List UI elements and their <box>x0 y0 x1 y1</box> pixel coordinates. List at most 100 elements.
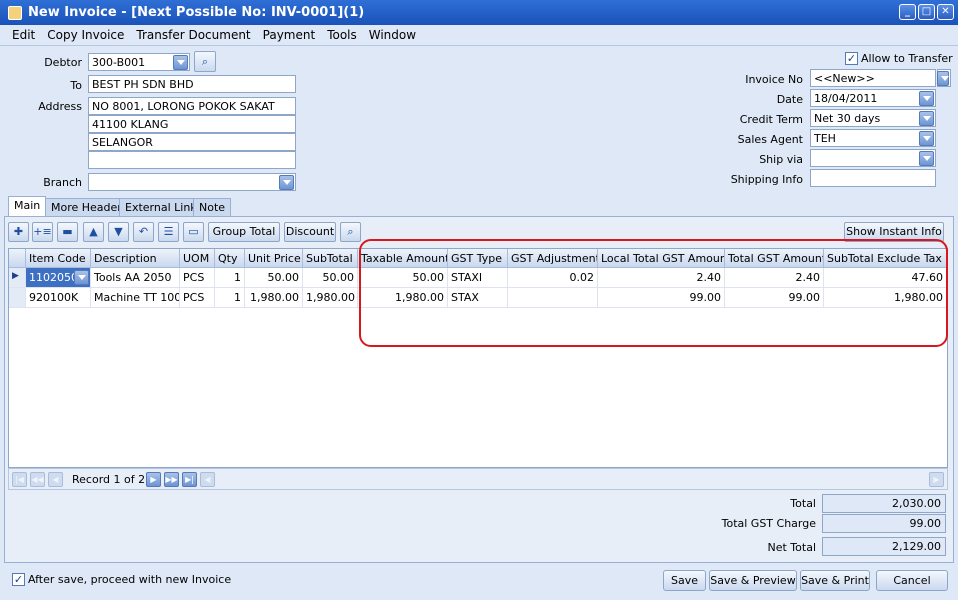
tab-external-link[interactable]: External Link <box>119 198 203 216</box>
chevron-down-icon[interactable] <box>937 71 949 86</box>
undo-button[interactable]: ↶ <box>133 222 154 242</box>
debtor-search-button[interactable]: ⌕ <box>194 51 216 72</box>
address-line-1[interactable]: NO 8001, LORONG POKOK SAKAT <box>88 97 296 115</box>
move-down-button[interactable]: ▼ <box>108 222 129 242</box>
arrow-up-icon: ▲ <box>89 225 98 238</box>
col-unit-price[interactable]: Unit Price <box>245 249 303 268</box>
to-field[interactable]: BEST PH SDN BHD <box>88 75 296 93</box>
chevron-down-icon[interactable] <box>74 270 89 285</box>
grid-search-button[interactable]: ⌕ <box>340 222 361 242</box>
save-preview-button[interactable]: Save & Preview <box>709 570 797 591</box>
tab-more-header[interactable]: More Header <box>45 198 128 216</box>
credit-term-value: Net 30 days <box>814 112 881 125</box>
allow-transfer-checkbox[interactable]: ✓ <box>845 52 858 65</box>
allow-transfer-label: Allow to Transfer <box>861 52 953 65</box>
total-gst-value: 99.00 <box>822 514 946 533</box>
table-row-item-code-editor[interactable]: 1102050 <box>26 268 91 288</box>
address-line-4[interactable] <box>88 151 296 169</box>
table-cell[interactable]: Tools AA 2050 <box>91 268 180 288</box>
move-up-button[interactable]: ▲ <box>83 222 104 242</box>
date-field[interactable]: 18/04/2011 <box>810 89 936 107</box>
col-qty[interactable]: Qty <box>215 249 245 268</box>
insert-row-button[interactable]: +≡ <box>32 222 53 242</box>
menu-bar: Edit Copy Invoice Transfer Document Paym… <box>0 25 958 46</box>
chevron-down-icon[interactable] <box>919 131 934 146</box>
highlight-annotation <box>359 239 948 347</box>
ship-via-field[interactable] <box>810 149 936 167</box>
insert-row-icon: +≡ <box>33 225 52 238</box>
delete-row-button[interactable]: ▬ <box>57 222 78 242</box>
address-line-2[interactable]: 41100 KLANG <box>88 115 296 133</box>
table-cell[interactable]: PCS <box>180 268 215 288</box>
table-cell[interactable]: 1,980.00 <box>303 288 358 308</box>
save-button[interactable]: Save <box>663 570 706 591</box>
search-icon: ⌕ <box>201 55 209 68</box>
group-total-button[interactable]: Group Total <box>208 222 280 242</box>
menu-copy-invoice[interactable]: Copy Invoice <box>41 28 130 42</box>
proceed-new-checkbox[interactable]: ✓ <box>12 573 25 586</box>
cancel-button[interactable]: Cancel <box>876 570 948 591</box>
add-row-button[interactable]: ✚ <box>8 222 29 242</box>
address-label: Address <box>38 100 82 113</box>
chevron-down-icon[interactable] <box>919 111 934 126</box>
shipping-info-field[interactable] <box>810 169 936 187</box>
address-line-3[interactable]: SELANGOR <box>88 133 296 151</box>
menu-tools[interactable]: Tools <box>321 28 363 42</box>
row-indicator[interactable] <box>9 288 26 308</box>
scroll-left-button[interactable]: ◀ <box>200 472 215 487</box>
total-gst-label: Total GST Charge <box>721 517 816 530</box>
branch-field[interactable] <box>88 173 296 191</box>
item-code-value: 1102050 <box>29 271 78 284</box>
maximize-button[interactable]: □ <box>918 4 935 20</box>
menu-window[interactable]: Window <box>363 28 422 42</box>
chevron-down-icon[interactable] <box>173 55 188 70</box>
table-cell[interactable]: 50.00 <box>245 268 303 288</box>
table-cell[interactable]: 1 <box>215 268 245 288</box>
proceed-new-label: After save, proceed with new Invoice <box>28 573 232 586</box>
invoice-no-field[interactable]: <<New>> <box>810 69 936 87</box>
minimize-button[interactable]: _ <box>899 4 916 20</box>
table-cell[interactable]: 920100K <box>26 288 91 308</box>
title-bar: New Invoice - [Next Possible No: INV-000… <box>0 0 958 25</box>
table-cell[interactable]: Machine TT 100K <box>91 288 180 308</box>
invoice-no-dropdown[interactable] <box>937 69 951 87</box>
col-subtotal[interactable]: SubTotal <box>303 249 358 268</box>
menu-edit[interactable]: Edit <box>6 28 41 42</box>
layout-button[interactable]: ▭ <box>183 222 204 242</box>
branch-label: Branch <box>43 176 82 189</box>
scroll-right-button[interactable]: ▶ <box>929 472 944 487</box>
discount-button[interactable]: Discount <box>284 222 336 242</box>
chevron-down-icon[interactable] <box>279 175 294 190</box>
table-cell[interactable]: 1,980.00 <box>245 288 303 308</box>
ship-via-label: Ship via <box>759 153 803 166</box>
close-button[interactable]: ✕ <box>937 4 954 20</box>
net-total-value: 2,129.00 <box>822 537 946 556</box>
table-cell[interactable]: 50.00 <box>303 268 358 288</box>
last-record-button[interactable]: ▶| <box>182 472 197 487</box>
chevron-down-icon[interactable] <box>919 91 934 106</box>
col-description[interactable]: Description <box>91 249 180 268</box>
debtor-field[interactable]: 300-B001 <box>88 53 190 71</box>
tab-note[interactable]: Note <box>193 198 232 216</box>
tab-main[interactable]: Main <box>8 196 47 216</box>
prev-page-button[interactable]: ◀◀ <box>30 472 45 487</box>
table-cell[interactable]: 1 <box>215 288 245 308</box>
row-indicator[interactable]: ▶ <box>9 268 26 288</box>
col-item-code[interactable]: Item Code <box>26 249 91 268</box>
col-uom[interactable]: UOM <box>180 249 215 268</box>
list-button[interactable]: ☰ <box>158 222 179 242</box>
prev-record-button[interactable]: ◀ <box>48 472 63 487</box>
record-navigator: |◀ ◀◀ ◀ Record 1 of 2 ▶ ▶▶ ▶| ◀ ▶ <box>8 468 948 490</box>
sales-agent-field[interactable]: TEH <box>810 129 936 147</box>
table-cell[interactable]: PCS <box>180 288 215 308</box>
menu-payment[interactable]: Payment <box>257 28 322 42</box>
debtor-label: Debtor <box>44 56 82 69</box>
credit-term-field[interactable]: Net 30 days <box>810 109 936 127</box>
chevron-down-icon[interactable] <box>919 151 934 166</box>
next-page-button[interactable]: ▶▶ <box>164 472 179 487</box>
first-record-button[interactable]: |◀ <box>12 472 27 487</box>
credit-term-label: Credit Term <box>739 113 803 126</box>
next-record-button[interactable]: ▶ <box>146 472 161 487</box>
menu-transfer-document[interactable]: Transfer Document <box>130 28 256 42</box>
save-print-button[interactable]: Save & Print <box>800 570 870 591</box>
